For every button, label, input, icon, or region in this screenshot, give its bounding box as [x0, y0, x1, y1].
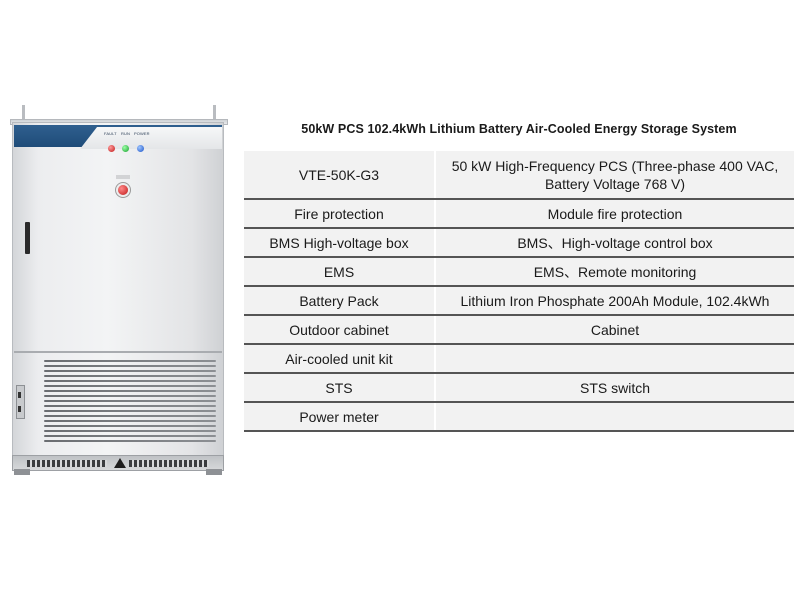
run-led-icon — [122, 145, 129, 152]
spec-value: BMS、High-voltage control box — [434, 228, 794, 258]
spec-item: VTE-50K-G3 — [244, 151, 435, 200]
cabinet-indicator-panel — [80, 127, 222, 149]
spec-value: EMS、Remote monitoring — [434, 257, 794, 287]
warning-triangle-icon — [114, 458, 126, 468]
lower-door-latch-icon — [16, 385, 25, 419]
spec-value: 50 kW High-Frequency PCS (Three-phase 40… — [434, 151, 794, 200]
cabinet-image: FAULT RUN POWER — [10, 105, 228, 477]
run-indicator-label: RUN — [121, 131, 130, 136]
table-row: VTE-50K-G3 50 kW High-Frequency PCS (Thr… — [244, 151, 794, 200]
spec-value: Module fire protection — [434, 199, 794, 229]
air-vent-grille — [44, 360, 216, 448]
spec-value — [434, 344, 794, 374]
table-row: Power meter — [244, 402, 794, 432]
spec-item: Battery Pack — [244, 286, 435, 316]
emergency-stop-label-plate — [116, 175, 130, 179]
spec-item: Power meter — [244, 402, 435, 432]
spec-item: STS — [244, 373, 435, 403]
spec-value: Lithium Iron Phosphate 200Ah Module, 102… — [434, 286, 794, 316]
table-row: EMS EMS、Remote monitoring — [244, 257, 794, 287]
power-indicator-label: POWER — [134, 131, 150, 136]
spec-table: VTE-50K-G3 50 kW High-Frequency PCS (Thr… — [244, 151, 794, 432]
spec-item: BMS High-voltage box — [244, 228, 435, 258]
cabinet-foot — [206, 469, 222, 475]
table-row: STS STS switch — [244, 373, 794, 403]
spec-item: Air-cooled unit kit — [244, 344, 435, 374]
door-seam — [14, 351, 222, 353]
power-led-icon — [137, 145, 144, 152]
spec-item: Fire protection — [244, 199, 435, 229]
table-row: Air-cooled unit kit — [244, 344, 794, 374]
table-row: Outdoor cabinet Cabinet — [244, 315, 794, 345]
cabinet-base — [12, 455, 224, 471]
base-vent — [27, 460, 107, 467]
door-handle-icon — [25, 222, 30, 254]
table-row: BMS High-voltage box BMS、High-voltage co… — [244, 228, 794, 258]
spec-item: EMS — [244, 257, 435, 287]
spec-value: Cabinet — [434, 315, 794, 345]
table-row: Battery Pack Lithium Iron Phosphate 200A… — [244, 286, 794, 316]
fault-indicator-label: FAULT — [104, 131, 117, 136]
emergency-stop-button-icon — [118, 185, 128, 195]
spec-item: Outdoor cabinet — [244, 315, 435, 345]
base-vent — [129, 460, 209, 467]
spec-value: STS switch — [434, 373, 794, 403]
table-row: Fire protection Module fire protection — [244, 199, 794, 229]
cabinet-foot — [14, 469, 30, 475]
spec-value — [434, 402, 794, 432]
product-title: 50kW PCS 102.4kWh Lithium Battery Air-Co… — [301, 122, 737, 136]
fault-led-icon — [108, 145, 115, 152]
